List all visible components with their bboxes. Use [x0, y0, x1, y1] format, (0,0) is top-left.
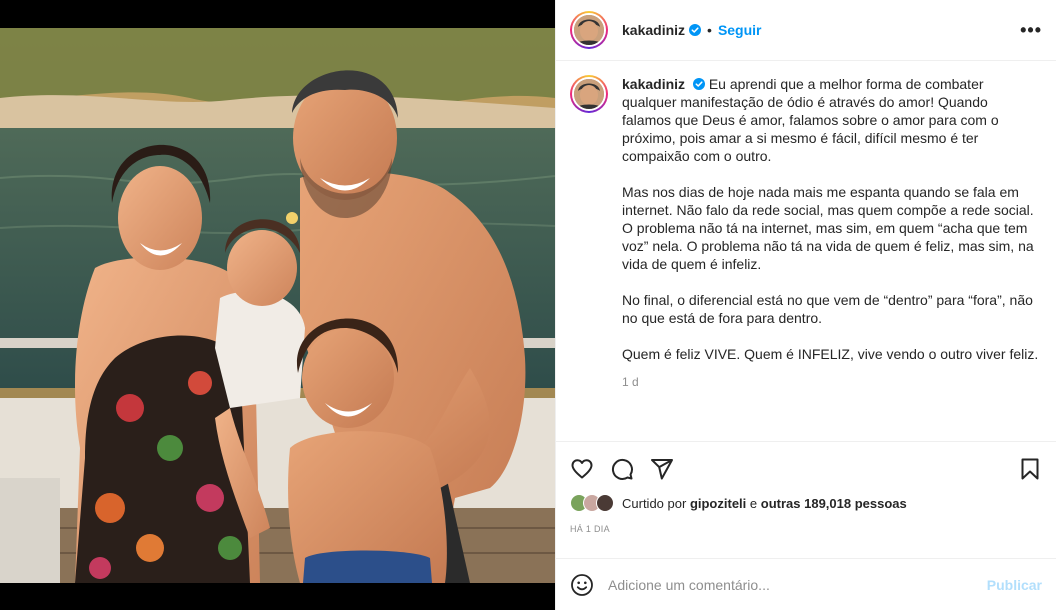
actions-section: Curtido por gipoziteli e outras 189,018 …	[556, 441, 1056, 534]
likes-others-link[interactable]: outras 189,018 pessoas	[761, 496, 907, 511]
author-username[interactable]: kakadiniz	[622, 22, 685, 38]
instagram-post: kakadiniz • Seguir ••• kakadiniz Eu apre…	[0, 0, 1056, 610]
likes-connector: e	[749, 495, 758, 511]
comment-input[interactable]	[608, 576, 987, 593]
comment-bar: Publicar	[556, 558, 1056, 610]
avatar-image	[572, 13, 606, 47]
follow-button[interactable]: Seguir	[718, 22, 762, 38]
likes-text: Curtido por gipoziteli e outras 189,018 …	[622, 496, 907, 511]
paper-plane-icon[interactable]	[650, 457, 674, 481]
header-separator: •	[707, 22, 712, 38]
author-avatar[interactable]	[570, 11, 608, 49]
avatar-image	[572, 77, 606, 111]
likes-summary: Curtido por gipoziteli e outras 189,018 …	[570, 494, 1042, 512]
more-options-icon[interactable]: •••	[1020, 20, 1042, 41]
caption-row: kakadiniz Eu aprendi que a melhor forma …	[570, 75, 1040, 381]
post-date[interactable]: HÁ 1 DIA	[570, 524, 1042, 534]
caption-area: kakadiniz Eu aprendi que a melhor forma …	[556, 61, 1056, 441]
post-header: kakadiniz • Seguir •••	[556, 0, 1056, 61]
emoji-smile-icon[interactable]	[570, 573, 594, 597]
likes-prefix: Curtido por	[622, 495, 687, 511]
caption-paragraph: kakadiniz Eu aprendi que a melhor forma …	[622, 75, 1040, 165]
caption-text: kakadiniz Eu aprendi que a melhor forma …	[622, 75, 1040, 381]
avatar-face-icon	[574, 79, 604, 109]
family-photo-illustration	[0, 28, 555, 583]
caption-paragraph-4: Quem é feliz VIVE. Quem é INFELIZ, vive …	[622, 346, 1039, 362]
caption-username[interactable]: kakadiniz	[622, 76, 685, 92]
post-panel: kakadiniz • Seguir ••• kakadiniz Eu apre…	[555, 0, 1056, 610]
liker-avatar[interactable]	[596, 494, 614, 512]
comment-bubble-icon[interactable]	[610, 457, 634, 481]
caption-avatar[interactable]	[570, 75, 608, 113]
liker-username[interactable]: gipoziteli	[690, 496, 746, 511]
post-media	[0, 0, 555, 610]
bookmark-icon[interactable]	[1018, 457, 1042, 481]
post-photo[interactable]	[0, 28, 555, 583]
publish-button[interactable]: Publicar	[987, 577, 1042, 593]
heart-icon[interactable]	[570, 457, 594, 481]
caption-paragraph-3: No final, o diferencial está no que vem …	[622, 292, 1033, 326]
verified-badge-icon	[692, 78, 705, 90]
avatar-face-icon	[574, 15, 604, 45]
caption-paragraph-2: Mas nos dias de hoje nada mais me espant…	[622, 184, 1034, 272]
verified-badge-icon	[689, 24, 702, 36]
liker-avatars	[570, 494, 614, 512]
action-bar	[570, 442, 1042, 496]
